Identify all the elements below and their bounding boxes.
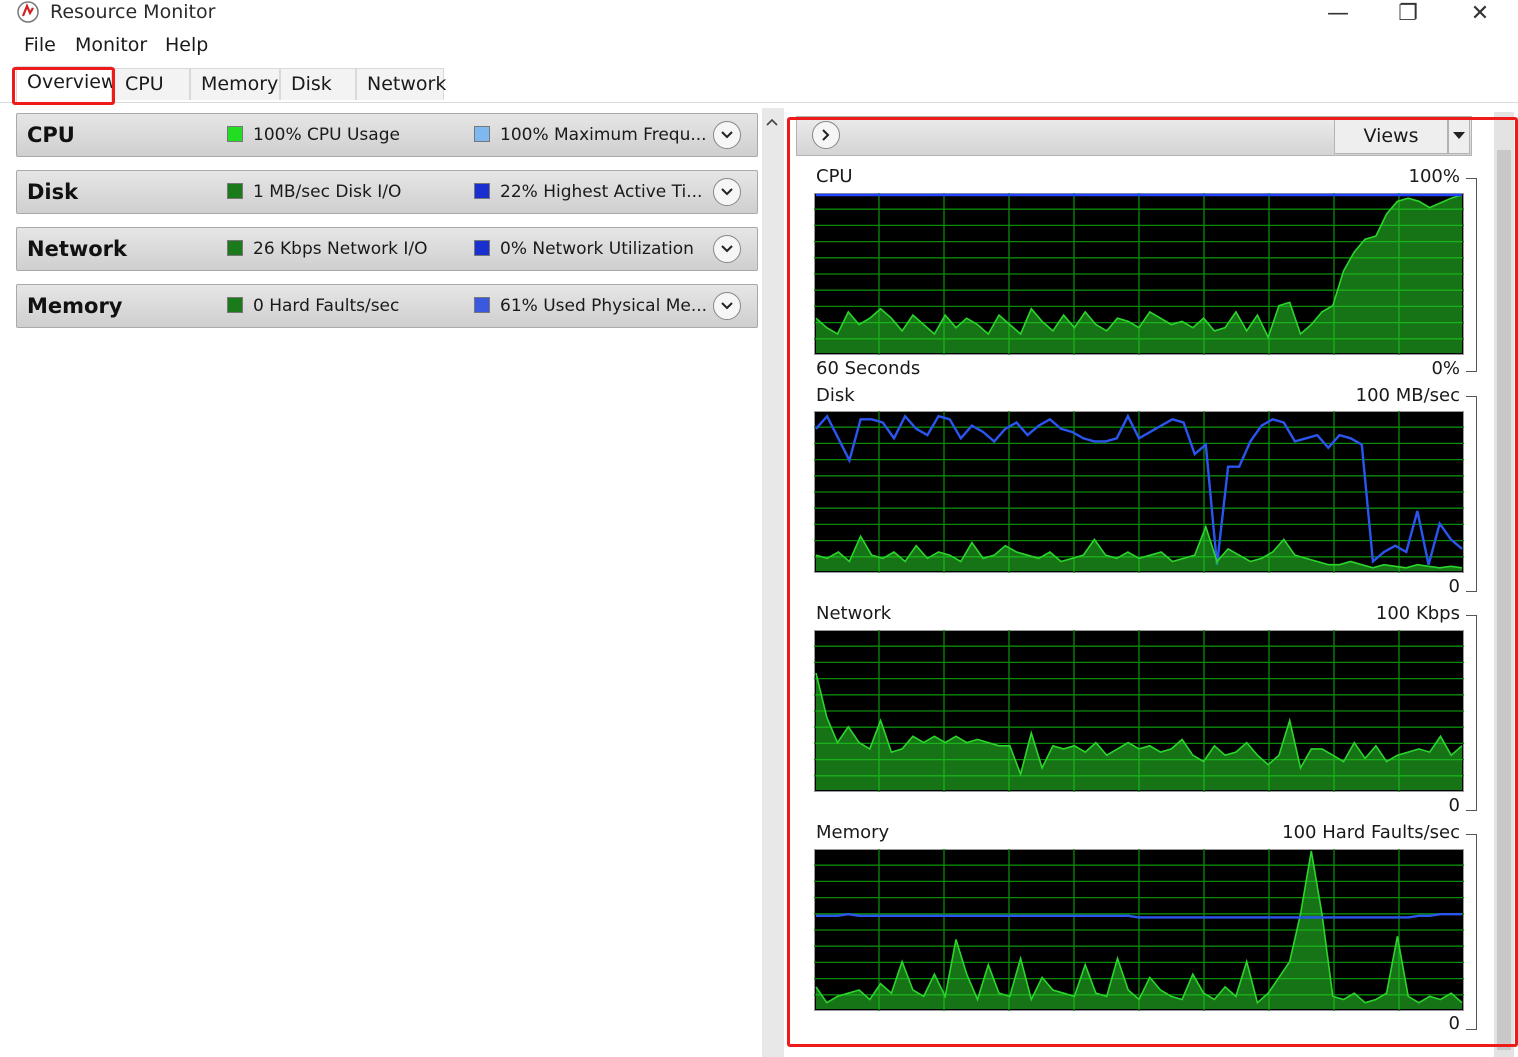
resource-monitor-icon <box>16 0 40 24</box>
tab-disk[interactable]: Disk <box>280 68 356 100</box>
section-title: Disk <box>27 180 79 204</box>
menu-monitor[interactable]: Monitor <box>75 34 147 56</box>
title-bar <box>0 0 1518 28</box>
section-title: Memory <box>27 294 123 318</box>
disk-active-time-stat: 22% Highest Active Ti... <box>500 182 703 202</box>
menu-file[interactable]: File <box>24 34 56 56</box>
network-io-swatch <box>227 240 243 256</box>
used-physical-memory-stat: 61% Used Physical Me... <box>500 296 708 316</box>
tab-network[interactable]: Network <box>356 68 446 100</box>
minimize-button[interactable]: — <box>1303 0 1373 26</box>
used-physical-memory-swatch <box>474 297 490 313</box>
cpu-frequency-stat: 100% Maximum Frequ... <box>500 125 707 145</box>
overview-tab-highlight <box>12 67 115 105</box>
chevron-down-icon <box>721 131 733 139</box>
chevron-down-icon <box>721 302 733 310</box>
hard-faults-swatch <box>227 297 243 313</box>
tab-strip: Overview CPU Memory Disk Network <box>0 66 1518 103</box>
tab-memory[interactable]: Memory <box>190 68 280 100</box>
chevron-down-icon <box>721 188 733 196</box>
section-title: Network <box>27 237 128 261</box>
disk-io-stat: 1 MB/sec Disk I/O <box>253 182 402 202</box>
expand-cpu-button[interactable] <box>713 121 741 149</box>
section-cpu[interactable]: CPU 100% CPU Usage 100% Maximum Frequ... <box>16 113 758 157</box>
graphs-panel-highlight <box>787 117 1518 1047</box>
disk-io-swatch <box>227 183 243 199</box>
section-title: CPU <box>27 123 75 147</box>
section-disk[interactable]: Disk 1 MB/sec Disk I/O 22% Highest Activ… <box>16 170 758 214</box>
left-scrollbar[interactable] <box>762 108 784 1057</box>
close-button[interactable]: ✕ <box>1445 0 1515 26</box>
menu-help[interactable]: Help <box>165 34 208 56</box>
maximize-button[interactable]: ❐ <box>1373 0 1443 26</box>
chevron-down-icon <box>721 245 733 253</box>
network-io-stat: 26 Kbps Network I/O <box>253 239 428 259</box>
overview-sections-pane: CPU 100% CPU Usage 100% Maximum Frequ...… <box>14 108 761 1057</box>
section-network[interactable]: Network 26 Kbps Network I/O 0% Network U… <box>16 227 758 271</box>
menu-bar: File Monitor Help <box>0 30 1518 60</box>
network-utilization-stat: 0% Network Utilization <box>500 239 694 259</box>
hard-faults-stat: 0 Hard Faults/sec <box>253 296 400 316</box>
cpu-frequency-swatch <box>474 126 490 142</box>
expand-memory-button[interactable] <box>713 292 741 320</box>
disk-active-time-swatch <box>474 183 490 199</box>
network-utilization-swatch <box>474 240 490 256</box>
scroll-up-arrow-icon[interactable] <box>766 112 778 130</box>
cpu-usage-swatch <box>227 126 243 142</box>
expand-network-button[interactable] <box>713 235 741 263</box>
tab-cpu[interactable]: CPU <box>114 68 190 100</box>
expand-disk-button[interactable] <box>713 178 741 206</box>
section-memory[interactable]: Memory 0 Hard Faults/sec 61% Used Physic… <box>16 284 758 328</box>
cpu-usage-stat: 100% CPU Usage <box>253 125 400 145</box>
window-title: Resource Monitor <box>50 1 216 23</box>
